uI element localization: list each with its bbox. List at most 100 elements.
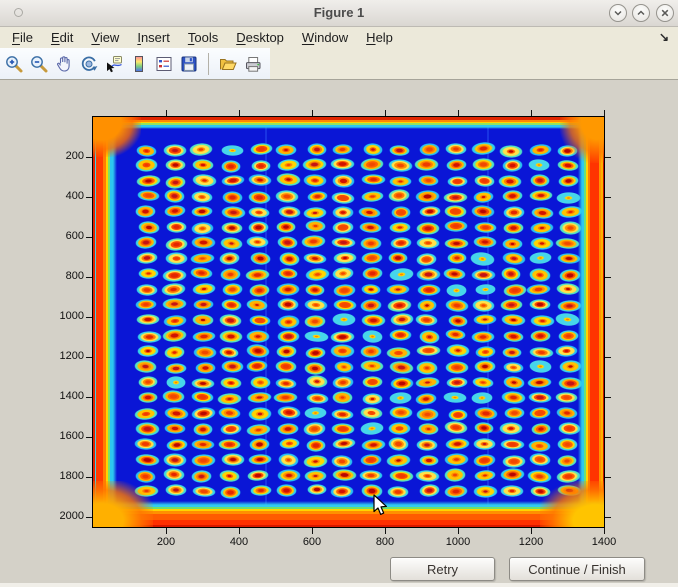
y-tick-label: 800	[38, 270, 84, 283]
microarray-spot	[473, 174, 495, 187]
minimize-button[interactable]	[609, 4, 627, 22]
menu-tools[interactable]: Tools	[179, 28, 227, 48]
microarray-spot	[388, 436, 410, 451]
plate-corner-tl	[93, 117, 141, 157]
microarray-spot	[389, 470, 415, 483]
microarray-spot	[502, 362, 523, 375]
microarray-spot	[529, 299, 552, 310]
microarray-spot	[247, 453, 271, 465]
chevron-up-icon	[636, 8, 646, 18]
dock-figure-icon[interactable]: ↘	[659, 30, 669, 44]
microarray-spot	[555, 344, 579, 357]
microarray-spot	[190, 406, 216, 421]
microarray-spot	[275, 283, 299, 297]
y-tick-right	[605, 397, 611, 398]
microarray-spot	[529, 359, 553, 374]
microarray-spot	[165, 438, 188, 452]
menu-desktop[interactable]: Desktop	[227, 28, 293, 48]
microarray-spot	[274, 144, 296, 157]
microarray-spot	[162, 453, 186, 467]
microarray-spot	[555, 238, 581, 251]
microarray-spot	[304, 267, 330, 282]
microarray-spot	[416, 268, 441, 282]
microarray-spot	[190, 221, 213, 235]
microarray-spot	[276, 220, 296, 232]
chevron-down-icon	[613, 8, 623, 18]
print-figure-icon[interactable]	[243, 54, 263, 74]
pan-hand-icon[interactable]	[54, 54, 74, 74]
y-tick-label: 400	[38, 190, 84, 203]
microarray-image[interactable]	[92, 116, 605, 528]
microarray-spot	[304, 298, 329, 312]
zoom-in-icon[interactable]	[4, 54, 24, 74]
microarray-spot	[191, 469, 212, 483]
menu-help[interactable]: Help	[357, 28, 402, 48]
insert-legend-icon[interactable]	[154, 54, 174, 74]
menu-window[interactable]: Window	[293, 28, 357, 48]
microarray-spot	[276, 344, 298, 358]
microarray-spot	[220, 422, 243, 436]
microarray-spot	[444, 238, 469, 249]
microarray-spot	[474, 469, 497, 482]
microarray-spot	[331, 437, 356, 451]
microarray-spot	[221, 160, 241, 173]
x-tick	[385, 528, 386, 534]
microarray-spot	[358, 221, 382, 234]
microarray-spot	[471, 331, 495, 343]
microarray-spot	[165, 252, 188, 265]
microarray-spot	[500, 299, 523, 312]
zoom-out-icon[interactable]	[29, 54, 49, 74]
microarray-spot	[137, 344, 160, 356]
plate-edge-top	[93, 117, 604, 129]
microarray-spot	[470, 141, 496, 156]
continue-finish-button[interactable]: Continue / Finish	[509, 557, 645, 581]
microarray-spot	[246, 298, 269, 312]
microarray-spot	[447, 314, 468, 328]
microarray-spot	[359, 157, 384, 172]
y-tick	[86, 477, 92, 478]
x-tick	[458, 528, 459, 534]
microarray-spot	[219, 346, 240, 359]
microarray-spot	[191, 485, 216, 498]
microarray-spot	[529, 346, 554, 359]
microarray-spot	[190, 266, 214, 280]
menu-insert[interactable]: Insert	[128, 28, 179, 48]
microarray-spot	[277, 329, 300, 342]
microarray-spot	[162, 298, 187, 311]
y-tick	[86, 517, 92, 518]
x-tick-top	[531, 110, 532, 116]
titlebar[interactable]: Figure 1	[0, 0, 678, 27]
menu-edit[interactable]: Edit	[42, 28, 82, 48]
microarray-spot	[191, 438, 215, 450]
microarray-spot	[331, 408, 355, 420]
microarray-spot	[192, 346, 216, 359]
microarray-spot	[273, 392, 299, 404]
microarray-spot	[331, 143, 352, 155]
microarray-spot	[332, 206, 354, 219]
microarray-spot	[359, 454, 382, 467]
microarray-spot	[389, 377, 414, 391]
retry-button[interactable]: Retry	[390, 557, 495, 581]
microarray-spot	[219, 469, 241, 483]
microarray-spot	[503, 221, 524, 233]
menu-view[interactable]: View	[82, 28, 128, 48]
microarray-spot	[330, 191, 355, 205]
microarray-spot	[499, 484, 523, 496]
close-button[interactable]	[656, 4, 674, 22]
plate-corner-br	[540, 481, 604, 527]
microarray-spot	[191, 236, 216, 249]
maximize-button[interactable]	[632, 4, 650, 22]
menu-file[interactable]: File	[3, 28, 42, 48]
microarray-spot	[221, 282, 243, 297]
microarray-spot	[362, 143, 383, 158]
rotate-3d-icon[interactable]	[79, 54, 99, 74]
microarray-spot	[388, 392, 412, 405]
colorbar-icon[interactable]	[129, 54, 149, 74]
microarray-spot	[306, 392, 330, 405]
open-file-icon[interactable]	[218, 54, 238, 74]
microarray-spot	[415, 392, 438, 406]
microarray-spot	[220, 206, 245, 220]
save-figure-icon[interactable]	[179, 54, 199, 74]
data-cursor-icon[interactable]	[104, 54, 124, 74]
y-tick-label: 1800	[38, 470, 84, 483]
